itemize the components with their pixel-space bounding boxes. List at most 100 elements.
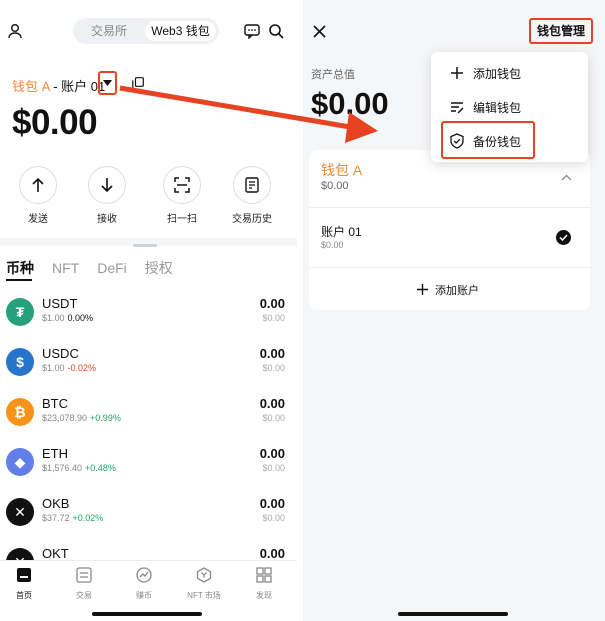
- wallet-home-screen: 交易所 Web3 钱包 钱包 A - 账户 01 $0.00 发送 接收 扫一扫: [0, 0, 297, 621]
- arrow-down-icon: [88, 166, 126, 204]
- message-icon[interactable]: [243, 22, 261, 40]
- token-row[interactable]: $ USDC $1.00 -0.02% 0.00 $0.00: [0, 342, 297, 392]
- wallet-manage-button[interactable]: 钱包管理: [528, 18, 593, 44]
- total-assets-label: 资产总值: [311, 69, 355, 81]
- nav-discover[interactable]: 发现: [234, 567, 294, 601]
- segment-web3-wallet[interactable]: Web3 钱包: [145, 21, 216, 41]
- close-icon[interactable]: [311, 23, 327, 39]
- menu-add-wallet-label: 添加钱包: [473, 67, 522, 81]
- token-symbol: USDC: [42, 346, 79, 361]
- history-label: 交易历史: [232, 214, 272, 225]
- segment-exchange[interactable]: 交易所: [77, 21, 141, 41]
- add-account-button[interactable]: 添加账户: [309, 268, 590, 308]
- shield-icon: [450, 133, 464, 149]
- nav-nft-market[interactable]: NFT 市场: [174, 567, 234, 601]
- send-button[interactable]: 发送: [8, 166, 68, 225]
- asset-tabs: 币种 NFT DeFi 授权: [6, 258, 191, 278]
- token-logo-icon: $: [6, 348, 34, 376]
- plus-icon: [451, 67, 463, 79]
- home-indicator-right: [398, 612, 508, 616]
- menu-edit-wallet-label: 编辑钱包: [473, 101, 522, 115]
- token-row[interactable]: ₮ USDT $1.00 0.00% 0.00 $0.00: [0, 292, 297, 342]
- nav-home[interactable]: 首页: [0, 567, 54, 601]
- token-symbol: BTC: [42, 396, 68, 411]
- wallet-manage-screen: 钱包管理 资产总值 $0.00 钱包 A $0.00 账户 01 $0.00 添…: [303, 0, 605, 621]
- total-balance: $0.00: [12, 103, 98, 142]
- menu-edit-wallet[interactable]: 编辑钱包: [431, 92, 588, 122]
- tab-nft[interactable]: NFT: [52, 260, 79, 276]
- token-amount: 0.00: [259, 546, 285, 561]
- token-usd-value: $0.00: [262, 413, 285, 423]
- history-icon: [233, 166, 271, 204]
- token-price-line: $37.72 +0.02%: [42, 513, 103, 523]
- home-indicator: [92, 612, 202, 616]
- token-logo-icon: ₮: [6, 298, 34, 326]
- trade-icon: [76, 567, 92, 583]
- card-wallet-name: 钱包 A: [321, 162, 363, 178]
- scan-icon: [163, 166, 201, 204]
- scan-label: 扫一扫: [167, 214, 197, 225]
- token-price: $37.72: [42, 513, 70, 523]
- token-symbol: OKB: [42, 496, 70, 511]
- token-row[interactable]: ₿ BTC $23,078.90 +0.99% 0.00 $0.00: [0, 392, 297, 442]
- token-amount: 0.00: [259, 346, 285, 361]
- caret-down-icon: [103, 79, 112, 86]
- tab-tokens[interactable]: 币种: [6, 260, 34, 276]
- nav-home-label: 首页: [16, 591, 32, 600]
- menu-add-wallet[interactable]: 添加钱包: [431, 58, 588, 88]
- token-usd-value: $0.00: [262, 513, 285, 523]
- token-usd-value: $0.00: [262, 363, 285, 373]
- discover-grid-icon: [256, 567, 272, 583]
- nav-nft-market-label: NFT 市场: [187, 591, 221, 600]
- token-price-line: $1.00 0.00%: [42, 313, 93, 323]
- account-row-name: 账户 01: [321, 225, 362, 239]
- wallet-card: 钱包 A $0.00 账户 01 $0.00 添加账户: [309, 150, 590, 310]
- token-row[interactable]: ◆ ETH $1,576.40 +0.48% 0.00 $0.00: [0, 442, 297, 492]
- nav-discover-label: 发现: [256, 591, 272, 600]
- add-account-label: 添加账户: [435, 285, 479, 297]
- token-change: +0.02%: [72, 513, 104, 523]
- nav-trade-label: 交易: [76, 591, 92, 600]
- menu-backup-wallet-label: 备份钱包: [473, 135, 522, 149]
- token-symbol: OKT: [42, 546, 69, 561]
- send-label: 发送: [28, 214, 48, 225]
- search-icon[interactable]: [267, 22, 285, 40]
- arrow-up-icon: [19, 166, 57, 204]
- receive-button[interactable]: 接收: [77, 166, 137, 225]
- token-logo-icon: ◆: [6, 448, 34, 476]
- mode-segmented-control: 交易所 Web3 钱包: [73, 18, 219, 44]
- edit-list-icon: [451, 102, 464, 114]
- token-price-line: $1,576.40 +0.48%: [42, 463, 116, 473]
- account-row[interactable]: 账户 01 $0.00: [309, 210, 590, 258]
- nav-trade[interactable]: 交易: [54, 567, 114, 601]
- history-button[interactable]: 交易历史: [222, 166, 282, 225]
- nav-earn[interactable]: 赚币: [114, 567, 174, 601]
- chevron-up-icon[interactable]: [559, 172, 573, 182]
- wallet-separator: -: [49, 79, 62, 94]
- token-logo-icon: ✕: [6, 498, 34, 526]
- user-icon[interactable]: [6, 22, 24, 40]
- token-price: $1.00: [42, 363, 65, 373]
- copy-icon[interactable]: [131, 76, 145, 90]
- token-symbol: ETH: [42, 446, 68, 461]
- account-row-value: $0.00: [321, 240, 344, 250]
- active-tab-indicator: [6, 279, 32, 281]
- sheet-grab-handle[interactable]: [133, 244, 157, 247]
- scan-button[interactable]: 扫一扫: [152, 166, 212, 225]
- nav-earn-label: 赚币: [136, 591, 152, 600]
- tab-approvals[interactable]: 授权: [145, 260, 173, 276]
- wallet-account-selector[interactable]: 钱包 A - 账户 01: [12, 76, 105, 95]
- token-change: +0.99%: [90, 413, 121, 423]
- tab-defi[interactable]: DeFi: [97, 260, 127, 276]
- receive-label: 接收: [97, 214, 117, 225]
- token-amount: 0.00: [259, 446, 285, 461]
- token-price: $1,576.40: [42, 463, 83, 473]
- wallet-name: 钱包 A: [12, 79, 50, 94]
- token-row[interactable]: ✕ OKB $37.72 +0.02% 0.00 $0.00: [0, 492, 297, 542]
- token-usd-value: $0.00: [262, 463, 285, 473]
- account-dropdown-button[interactable]: [98, 71, 117, 95]
- token-amount: 0.00: [259, 396, 285, 411]
- menu-backup-wallet[interactable]: 备份钱包: [441, 121, 535, 159]
- token-change: 0.00%: [67, 313, 94, 323]
- token-price-line: $1.00 -0.02%: [42, 363, 96, 373]
